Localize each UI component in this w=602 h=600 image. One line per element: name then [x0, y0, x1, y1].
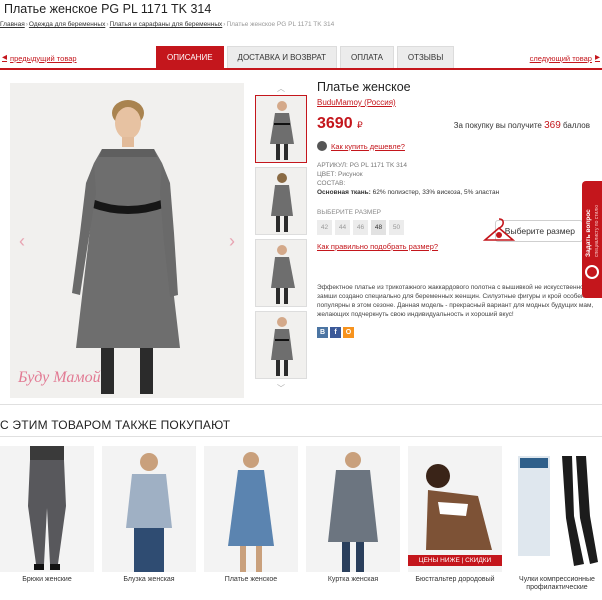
product-tabs: ОПИСАНИЕ ДОСТАВКА И ВОЗВРАТ ОПЛАТА ОТЗЫВ… — [156, 46, 455, 68]
section-divider — [0, 404, 602, 405]
tab-payment[interactable]: ОПЛАТА — [340, 46, 394, 68]
also-bought-list: Брюки женские Блузка женская Платье женс… — [0, 446, 602, 600]
also-bought-item[interactable]: Брюки женские — [0, 446, 94, 584]
prev-product-label: предыдущий товар — [10, 53, 77, 63]
price: 3690 ₽ — [317, 115, 363, 132]
thumbs-up-icon[interactable]: ︿ — [254, 83, 308, 95]
breadcrumb-dresses[interactable]: Платья и сарафаны для беременных — [110, 21, 223, 28]
price-row: 3690 ₽ За покупку вы получите 369 баллов — [317, 115, 597, 137]
choose-size-button[interactable]: Выберите размер — [482, 218, 583, 242]
also-bought-caption: Блузка женская — [123, 576, 175, 583]
also-bought-caption: Платье женское — [224, 576, 278, 583]
size-option[interactable]: 42 — [317, 220, 332, 235]
tab-reviews[interactable]: ОТЗЫВЫ — [396, 46, 455, 68]
breadcrumb-current: Платье женское PG PL 1171 TK 314 — [226, 21, 335, 28]
main-fabric-label: Основная ткань: — [317, 189, 371, 196]
thumbnail-2[interactable] — [255, 167, 307, 235]
photo-prev-icon[interactable]: ‹ — [19, 231, 25, 252]
also-bought-item[interactable]: ЦЕНЫ НИЖЕ | СКИДКИ Бюстгальтер дородовый — [408, 446, 502, 584]
page-title: Платье женское PG PL 1171 TK 314 — [4, 2, 212, 16]
color: ЦВЕТ: Рисунок — [317, 171, 363, 178]
currency: ₽ — [357, 120, 363, 130]
also-bought-image — [204, 446, 298, 572]
also-bought-item[interactable]: Чулки компрессионные профилактические — [510, 446, 602, 592]
size-block: ВЫБЕРИТЕ РАЗМЕР 42 44 46 48 50 Как прави… — [317, 209, 597, 259]
also-bought-divider — [0, 436, 602, 437]
also-bought-title: С ЭТИМ ТОВАРОМ ТАКЖЕ ПОКУПАЮТ — [0, 418, 231, 432]
size-option[interactable]: 48 — [371, 220, 386, 235]
piggy-bank-icon — [317, 141, 327, 151]
size-label: ВЫБЕРИТЕ РАЗМЕР — [317, 209, 381, 216]
odnoklassniki-icon[interactable]: О — [343, 327, 354, 338]
bonus-points: 369 — [544, 120, 561, 131]
also-bought-caption: Бюстгальтер дородовый — [415, 576, 495, 583]
social-share: В f О — [317, 327, 597, 338]
bonus-suffix: баллов — [563, 121, 590, 130]
breadcrumb-maternity-clothes[interactable]: Одежда для беременных — [29, 21, 105, 28]
also-bought-image: ЦЕНЫ НИЖЕ | СКИДКИ — [408, 446, 502, 572]
also-bought-item[interactable]: Платье женское — [204, 446, 298, 584]
thumbnail-3[interactable] — [255, 239, 307, 307]
next-product-link[interactable]: следующий товар ▸ — [530, 53, 600, 63]
composition-label: СОСТАВ: — [317, 180, 346, 187]
also-bought-caption: Брюки женские — [22, 576, 72, 583]
price-value: 3690 — [317, 115, 353, 132]
vk-icon[interactable]: В — [317, 327, 328, 338]
prev-product-link[interactable]: ◂ предыдущий товар — [2, 53, 77, 63]
breadcrumb: Главная›Одежда для беременных›Платья и с… — [0, 21, 335, 28]
thumbs-down-icon[interactable]: ﹀ — [254, 383, 308, 395]
thumbnail-strip: ︿ ﹀ — [254, 83, 308, 398]
arrow-right-icon: ▸ — [594, 52, 600, 63]
bonus-info: За покупку вы получите 369 баллов — [454, 120, 590, 131]
hanger-icon — [482, 218, 516, 241]
size-option[interactable]: 46 — [353, 220, 368, 235]
product-specs: АРТИКУЛ: PG PL 1171 TK 314 ЦВЕТ: Рисунок… — [317, 161, 597, 197]
also-bought-caption: Чулки компрессионные профилактические — [519, 576, 595, 591]
also-bought-image — [306, 446, 400, 572]
product-description: Эффектное платье из трикотажного жаккард… — [317, 284, 594, 318]
model-figure: Буду Мамой — [10, 83, 244, 398]
next-product-label: следующий товар — [529, 53, 592, 63]
size-guide-link[interactable]: Как правильно подобрать размер? — [317, 242, 597, 251]
photo-next-icon[interactable]: › — [229, 231, 235, 252]
cheaper-link-label: Как купить дешевле? — [331, 141, 405, 151]
also-bought-item[interactable]: Блузка женская — [102, 446, 196, 584]
bonus-prefix: За покупку вы получите — [453, 121, 542, 130]
ask-question-label: Задать вопрос — [585, 209, 592, 257]
cheaper-link[interactable]: Как купить дешевле? — [317, 141, 597, 151]
watermark-logo: Буду Мамой — [17, 369, 101, 386]
facebook-icon[interactable]: f — [330, 327, 341, 338]
arrow-left-icon: ◂ — [2, 52, 8, 63]
also-bought-image — [102, 446, 196, 572]
ask-question-sublabel: специалисту по стилю — [594, 205, 600, 257]
chat-icon — [585, 265, 599, 279]
main-product-photo[interactable]: Буду Мамой ‹ › — [10, 83, 244, 398]
product-title: Платье женское — [317, 80, 411, 94]
size-option[interactable]: 50 — [389, 220, 404, 235]
also-bought-item[interactable]: Куртка женская — [306, 446, 400, 584]
main-fabric: 62% полиэстер, 33% вискоза, 5% эластан — [372, 189, 500, 196]
thumbnail-4[interactable] — [255, 311, 307, 379]
also-bought-caption: Куртка женская — [327, 576, 379, 583]
thumbnail-1[interactable] — [255, 95, 307, 163]
size-option[interactable]: 44 — [335, 220, 350, 235]
brand-link[interactable]: BuduMamoy (Россия) — [317, 98, 597, 107]
sale-badge: ЦЕНЫ НИЖЕ | СКИДКИ — [408, 555, 502, 566]
tab-description[interactable]: ОПИСАНИЕ — [156, 46, 224, 68]
article: АРТИКУЛ: PG PL 1171 TK 314 — [317, 162, 408, 169]
tabs-underline — [0, 68, 602, 70]
breadcrumb-home[interactable]: Главная — [0, 21, 25, 28]
also-bought-image — [510, 446, 602, 572]
also-bought-image — [0, 446, 94, 572]
tab-delivery[interactable]: ДОСТАВКА И ВОЗВРАТ — [226, 46, 338, 68]
product-info: Платье женское BuduMamoy (Россия) 3690 ₽… — [317, 80, 597, 338]
ask-question-tab[interactable]: Задать вопрос специалисту по стилю — [582, 181, 602, 298]
